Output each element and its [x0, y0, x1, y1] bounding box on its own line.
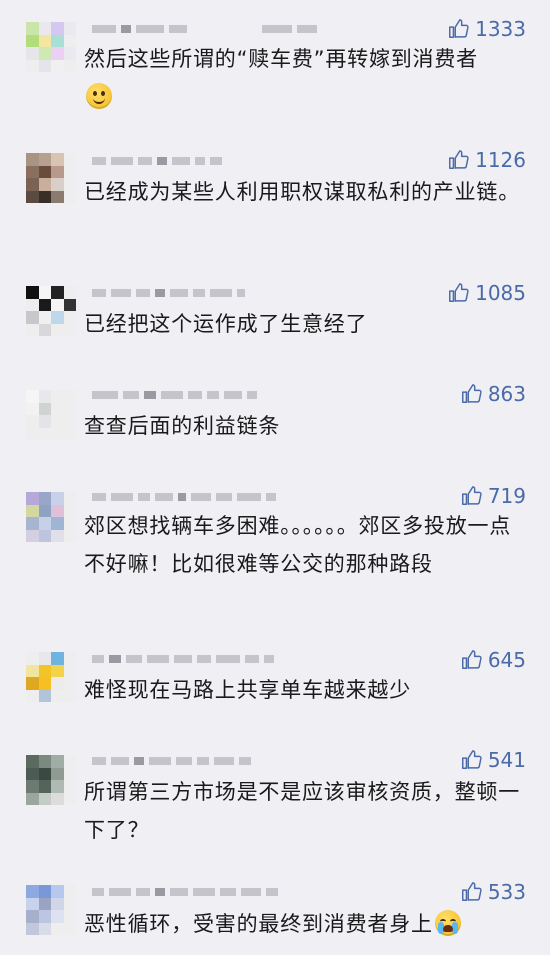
like-count: 1126 [475, 148, 526, 172]
like-count: 645 [487, 648, 526, 672]
username-redacted [92, 752, 251, 770]
like-count: 533 [487, 880, 526, 904]
username-redacted [92, 20, 317, 38]
like-button[interactable]: 1126 [447, 148, 526, 172]
comment-text: 恶性循环，受害的最终到消费者身上 [84, 905, 530, 943]
avatar[interactable] [26, 492, 76, 542]
comment-text: 查查后面的利益链条 [84, 414, 281, 438]
username-redacted [92, 386, 257, 404]
avatar[interactable] [26, 390, 76, 440]
like-button[interactable]: 863 [460, 382, 526, 406]
thumbs-up-icon [449, 19, 469, 38]
like-count: 863 [487, 382, 526, 406]
username-redacted [92, 883, 278, 901]
like-count: 541 [487, 748, 526, 772]
comment-text: 所谓第三方市场是不是应该审核资质，整顿一下了？ [84, 780, 520, 842]
like-count: 1333 [475, 17, 526, 41]
thumbs-up-icon [461, 384, 482, 403]
username-redacted [92, 650, 274, 668]
comment-text: 郊区想找辆车多困难。。。。。。郊区多投放一点不好嘛！比如很难等公交的那种路段 [84, 514, 512, 576]
username-redacted [92, 284, 245, 302]
avatar[interactable] [26, 22, 76, 72]
thumbs-up-icon [461, 750, 482, 769]
avatar[interactable] [26, 286, 76, 336]
smile-emoji-icon [86, 83, 112, 109]
like-count: 1085 [475, 281, 526, 305]
avatar[interactable] [26, 652, 76, 702]
like-button[interactable]: 719 [460, 484, 526, 508]
avatar[interactable] [26, 755, 76, 805]
comment-text: 然后这些所谓的“赎车费”再转嫁到消费者 [84, 40, 530, 116]
comment-text: 已经把这个运作成了生意经了 [84, 312, 368, 336]
thumbs-up-icon [449, 150, 469, 169]
like-button[interactable]: 541 [460, 748, 526, 772]
avatar[interactable] [26, 153, 76, 203]
like-button[interactable]: 1085 [447, 281, 526, 305]
like-button[interactable]: 533 [460, 880, 526, 904]
username-redacted [92, 152, 222, 170]
thumbs-up-icon [449, 283, 469, 302]
like-button[interactable]: 645 [460, 648, 526, 672]
like-count: 719 [487, 484, 526, 508]
comment-text: 难怪现在马路上共享单车越来越少 [84, 678, 411, 702]
avatar[interactable] [26, 885, 76, 935]
thumbs-up-icon [461, 650, 482, 669]
thumbs-up-icon [461, 486, 482, 505]
thumbs-up-icon [461, 882, 482, 901]
like-button[interactable]: 1333 [447, 17, 526, 41]
comment-text: 已经成为某些人利用职权谋取私利的产业链。 [84, 180, 520, 204]
username-redacted [92, 488, 276, 506]
crying-emoji-icon [434, 910, 461, 936]
